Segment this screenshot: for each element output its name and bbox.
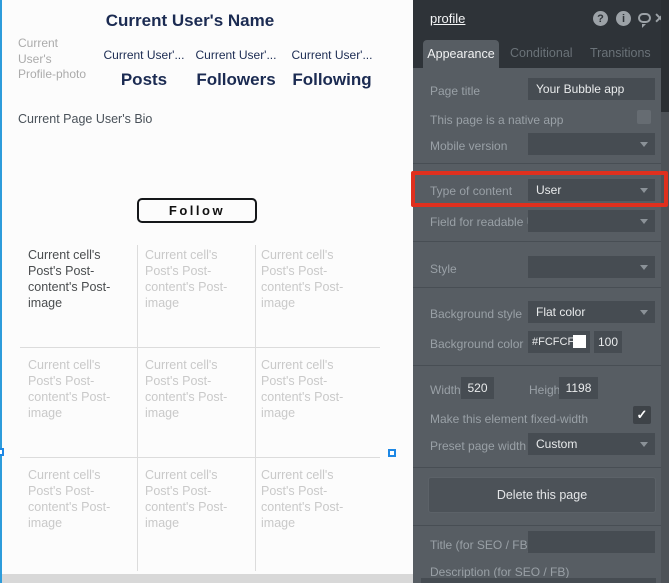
- delete-page-button-label: Delete this page: [496, 488, 588, 502]
- tab-conditional[interactable]: Conditional: [510, 46, 573, 60]
- page-title-label: Page title: [430, 84, 481, 98]
- post-cell[interactable]: Current cell's Post's Post-content's Pos…: [261, 357, 361, 421]
- stat-following-value[interactable]: Current User'...: [272, 48, 392, 62]
- user-name-text[interactable]: Current User's Name: [0, 11, 380, 31]
- style-dropdown[interactable]: [528, 256, 655, 278]
- readable-url-dropdown[interactable]: [528, 210, 655, 232]
- stat-following[interactable]: Current User'... Following: [272, 48, 392, 90]
- color-swatch[interactable]: [573, 335, 586, 348]
- post-cell[interactable]: Current cell's Post's Post-content's Pos…: [28, 357, 128, 421]
- native-app-label: This page is a native app: [430, 113, 564, 127]
- chevron-down-icon: [640, 265, 648, 270]
- chevron-down-icon: [640, 142, 648, 147]
- stat-following-label[interactable]: Following: [272, 70, 392, 90]
- tab-appearance[interactable]: Appearance: [423, 40, 499, 68]
- background-color-label: Background color: [430, 337, 524, 351]
- info-icon[interactable]: i: [616, 11, 631, 26]
- type-of-content-dropdown[interactable]: User: [528, 179, 655, 201]
- type-of-content-value: User: [536, 183, 562, 197]
- width-input[interactable]: [461, 377, 494, 399]
- panel-tabbar: Appearance Conditional Transitions: [413, 36, 669, 68]
- page-canvas[interactable]: Current User's Name Current User's Profi…: [0, 0, 413, 583]
- follow-button[interactable]: Follow: [137, 198, 257, 223]
- mobile-version-dropdown[interactable]: [528, 133, 655, 155]
- grid-divider-vertical: [255, 245, 256, 571]
- chevron-down-icon: [640, 310, 648, 315]
- background-style-dropdown[interactable]: Flat color: [528, 301, 655, 323]
- chevron-down-icon: [640, 188, 648, 193]
- chevron-down-icon: [640, 442, 648, 447]
- section-divider: [413, 241, 661, 242]
- native-app-checkbox[interactable]: [637, 110, 651, 124]
- post-cell[interactable]: Current cell's Post's Post-content's Pos…: [145, 247, 245, 311]
- follow-button-label: Follow: [168, 203, 226, 218]
- delete-page-button[interactable]: Delete this page: [428, 477, 656, 513]
- page-left-edge: [0, 0, 2, 583]
- chevron-down-icon: [640, 219, 648, 224]
- background-style-label: Background style: [430, 307, 523, 321]
- height-input[interactable]: [559, 377, 598, 399]
- help-icon[interactable]: ?: [593, 11, 608, 26]
- post-cell[interactable]: Current cell's Post's Post-content's Pos…: [28, 467, 128, 531]
- section-divider: [413, 467, 661, 468]
- section-divider: [413, 287, 661, 288]
- panel-scrollbar-thumb[interactable]: [661, 0, 669, 112]
- section-divider: [413, 365, 661, 366]
- grid-divider-horizontal: [20, 347, 380, 348]
- post-cell[interactable]: Current cell's Post's Post-content's Pos…: [261, 247, 361, 311]
- seo-title-input[interactable]: [528, 531, 655, 553]
- bubble-editor: Current User's Name Current User's Profi…: [0, 0, 669, 583]
- fixed-width-checkbox[interactable]: ✓: [633, 406, 651, 424]
- section-divider: [413, 163, 661, 164]
- resize-handle-right[interactable]: [388, 449, 396, 457]
- seo-description-input[interactable]: [421, 578, 656, 583]
- panel-header: profile ? i ✕: [413, 0, 669, 36]
- mobile-version-label: Mobile version: [430, 139, 508, 153]
- post-cell[interactable]: Current cell's Post's Post-content's Pos…: [145, 467, 245, 531]
- type-of-content-label: Type of content: [430, 184, 513, 198]
- width-label: Width: [430, 383, 461, 397]
- comment-icon[interactable]: [638, 13, 651, 28]
- seo-description-label: Description (for SEO / FB): [430, 565, 570, 579]
- property-editor-panel: Page title This page is a native app Mob…: [413, 0, 669, 583]
- background-opacity-input[interactable]: [594, 331, 622, 353]
- post-cell[interactable]: Current cell's Post's Post-content's Pos…: [145, 357, 245, 421]
- panel-title[interactable]: profile: [430, 11, 465, 26]
- post-cell[interactable]: Current cell's Post's Post-content's Pos…: [261, 467, 361, 531]
- tab-appearance-label: Appearance: [427, 47, 495, 61]
- fixed-width-label: Make this element fixed-width: [430, 412, 589, 426]
- tab-transitions[interactable]: Transitions: [590, 46, 651, 60]
- seo-title-label: Title (for SEO / FB): [430, 538, 532, 552]
- user-bio-text[interactable]: Current Page User's Bio: [18, 112, 152, 126]
- section-divider: [413, 525, 661, 526]
- grid-divider-horizontal: [20, 457, 380, 458]
- page-title-input[interactable]: [528, 78, 655, 100]
- background-style-value: Flat color: [536, 305, 586, 319]
- post-cell[interactable]: Current cell's Post's Post-content's Pos…: [28, 247, 128, 311]
- preset-width-dropdown[interactable]: Custom: [528, 433, 655, 455]
- resize-handle-left[interactable]: [0, 448, 4, 456]
- preset-width-label: Preset page width: [430, 439, 527, 453]
- grid-divider-vertical: [137, 245, 138, 571]
- checkmark-icon: ✓: [636, 407, 648, 422]
- preset-width-value: Custom: [536, 437, 578, 451]
- style-label: Style: [430, 262, 457, 276]
- profile-photo-placeholder[interactable]: Current User's Profile-photo: [18, 36, 92, 83]
